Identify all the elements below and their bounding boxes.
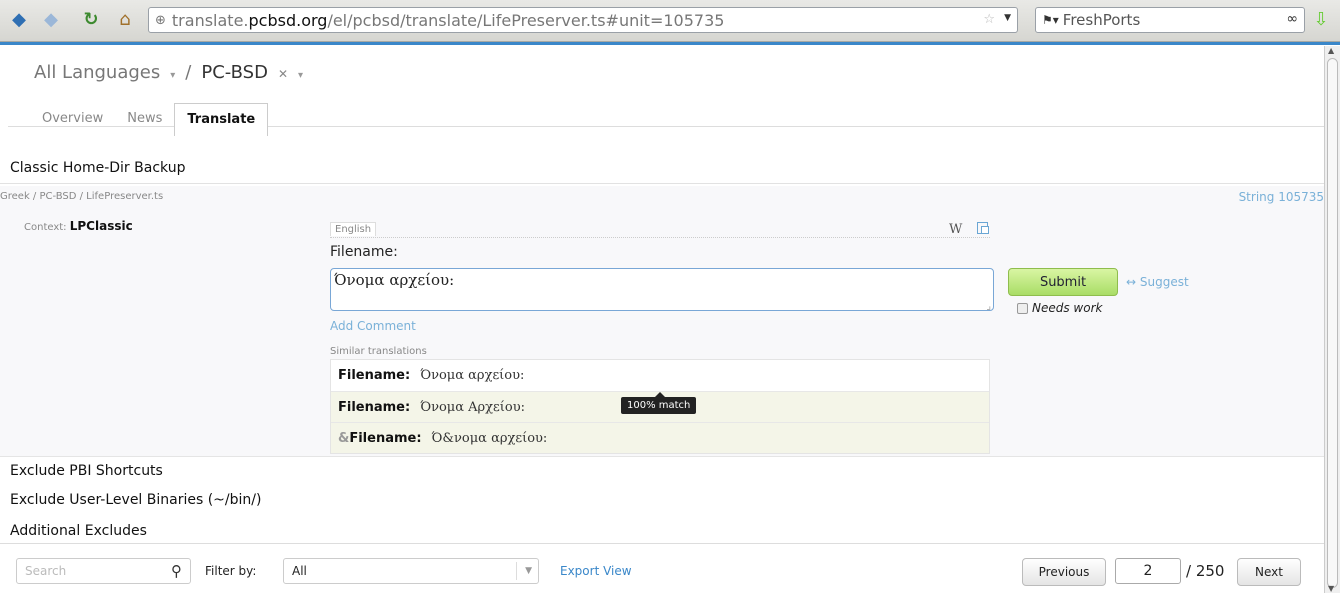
- list-item[interactable]: &Filename: Ό&νομα αρχείου:: [331, 422, 989, 453]
- tab-news[interactable]: News: [115, 103, 174, 136]
- tab-overview[interactable]: Overview: [30, 103, 115, 136]
- page-total: / 250: [1186, 562, 1225, 580]
- needs-work-checkbox[interactable]: Needs work: [1017, 301, 1102, 315]
- export-view-link[interactable]: Export View: [560, 564, 632, 578]
- breadcrumb: All Languages ▾ / PC-BSD ✕ ▾: [34, 62, 303, 83]
- page-content: All Languages ▾ / PC-BSD ✕ ▾ Overview Ne…: [0, 46, 1324, 593]
- footer-bar: Search ⚲ Filter by: All ▼ Export View Pr…: [0, 543, 1324, 593]
- close-icon[interactable]: ✕: [278, 67, 288, 81]
- accelerator-mark: &: [338, 430, 350, 446]
- search-engine-label: FreshPorts: [1062, 11, 1141, 29]
- unit-list-item[interactable]: Exclude PBI Shortcuts: [10, 463, 163, 479]
- string-id-link[interactable]: String 105735: [1239, 190, 1324, 204]
- search-icon[interactable]: ⚲: [171, 562, 182, 580]
- add-comment-link[interactable]: Add Comment: [330, 319, 416, 333]
- context-info: Context: LPClassic: [24, 219, 133, 233]
- similar-source: &Filename:: [338, 431, 422, 446]
- match-tooltip: 100% match: [621, 392, 697, 414]
- similar-source: Filename:: [338, 368, 410, 383]
- next-button[interactable]: Next: [1237, 558, 1301, 586]
- submit-button[interactable]: Submit: [1008, 268, 1118, 296]
- previous-button[interactable]: Previous: [1022, 558, 1106, 586]
- url-text: translate.pcbsd.org/el/pcbsd/translate/L…: [171, 10, 725, 30]
- browser-toolbar: ◆ ◆ ↻ ⌂ ⊕ translate.pcbsd.org/el/pcbsd/t…: [0, 0, 1340, 45]
- similar-source: Filename:: [338, 400, 410, 415]
- similar-source-text: Filename:: [349, 430, 422, 446]
- url-bar[interactable]: ⊕ translate.pcbsd.org/el/pcbsd/translate…: [148, 7, 1018, 33]
- url-dropdown-icon[interactable]: ▼: [1004, 13, 1011, 23]
- unit-list-item[interactable]: Exclude User-Level Binaries (~/bin/): [10, 492, 261, 508]
- unit-list-item[interactable]: Additional Excludes: [10, 523, 147, 539]
- source-language-tag: English: [330, 222, 377, 236]
- home-icon[interactable]: ⌂: [114, 8, 136, 30]
- unit-title[interactable]: Classic Home-Dir Backup: [10, 160, 185, 176]
- similar-target: Ό&νομα αρχείου:: [431, 430, 548, 446]
- scroll-down-icon[interactable]: ▼: [1328, 584, 1334, 593]
- checkbox[interactable]: [1017, 302, 1028, 314]
- search-engine-icon[interactable]: ⚑▾: [1042, 13, 1059, 27]
- tab-bar: Overview News Translate: [30, 103, 269, 136]
- needs-work-label: Needs work: [1032, 301, 1103, 315]
- tab-translate[interactable]: Translate: [174, 103, 269, 136]
- globe-icon: ⊕: [155, 12, 166, 28]
- bookmark-star-icon[interactable]: ☆: [983, 12, 995, 27]
- download-icon[interactable]: ⇩: [1310, 8, 1332, 30]
- wikipedia-icon[interactable]: W: [949, 222, 962, 237]
- file-path: Greek / PC-BSD / LifePreserver.ts: [0, 191, 164, 202]
- chevron-down-icon[interactable]: ▼: [516, 562, 532, 580]
- breadcrumb-separator: /: [185, 62, 192, 83]
- binoculars-icon[interactable]: ∞: [1286, 11, 1298, 27]
- similar-source-text: Filename:: [338, 399, 411, 415]
- list-item[interactable]: Filename: Όνομα αρχείου:: [331, 360, 989, 391]
- similar-source-text: Filename:: [338, 368, 411, 383]
- back-icon[interactable]: ◆: [8, 8, 30, 30]
- divider: [0, 456, 1324, 457]
- scroll-up-icon[interactable]: ▲: [1328, 46, 1334, 55]
- search-input[interactable]: Search ⚲: [16, 558, 191, 584]
- divider: [330, 237, 990, 238]
- filter-label: Filter by:: [205, 564, 257, 578]
- browser-search-box[interactable]: ⚑▾ FreshPorts ∞: [1035, 7, 1305, 33]
- chevron-down-icon[interactable]: ▾: [298, 70, 303, 81]
- project-selector[interactable]: PC-BSD: [201, 62, 268, 83]
- filter-value: All: [292, 564, 307, 578]
- scrollbar[interactable]: ▲ ▼: [1324, 46, 1340, 593]
- page-number-input[interactable]: 2: [1115, 558, 1181, 584]
- similar-target: Όνομα Αρχείου:: [420, 399, 526, 415]
- context-value: LPClassic: [69, 219, 133, 233]
- forward-icon[interactable]: ◆: [40, 8, 62, 30]
- similar-target: Όνομα αρχείου:: [420, 368, 525, 383]
- source-text: Filename:: [330, 244, 398, 260]
- language-selector[interactable]: All Languages: [34, 62, 160, 83]
- context-label: Context:: [24, 222, 67, 233]
- translation-textarea[interactable]: Όνομα αρχείου:: [330, 268, 994, 312]
- reload-icon[interactable]: ↻: [80, 8, 102, 30]
- divider: [0, 183, 1324, 184]
- scroll-thumb[interactable]: [1327, 58, 1338, 588]
- suggest-link[interactable]: ↔ Suggest: [1126, 275, 1189, 289]
- filter-select[interactable]: All ▼: [283, 558, 539, 584]
- search-placeholder: Search: [25, 564, 67, 578]
- similar-translations-label: Similar translations: [330, 346, 427, 357]
- copy-icon[interactable]: [977, 222, 989, 234]
- chevron-down-icon[interactable]: ▾: [170, 70, 175, 81]
